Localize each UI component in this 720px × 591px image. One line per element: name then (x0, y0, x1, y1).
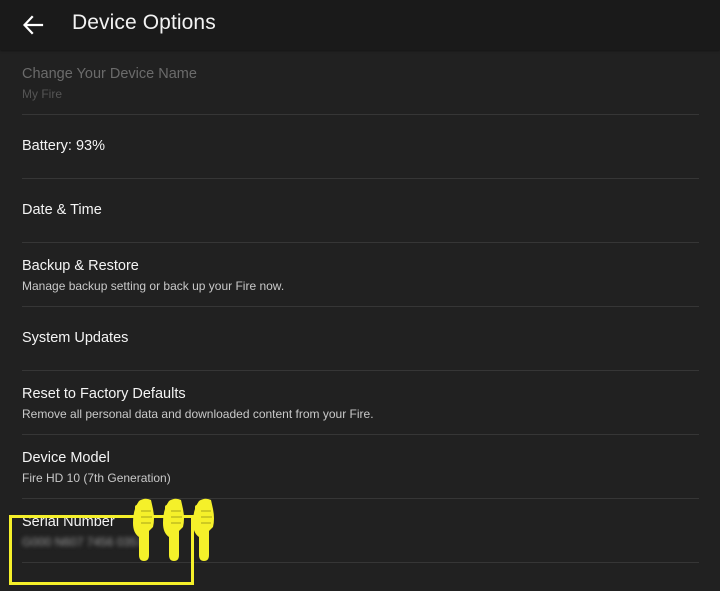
list-item-serial-number[interactable]: Serial Number G000 N607 7456 0357 (22, 499, 699, 563)
list-item-title: Date & Time (22, 202, 102, 218)
list-item-date-time[interactable]: Date & Time (22, 179, 699, 243)
list-item-title: Battery: 93% (22, 138, 106, 154)
list-item-title: Backup & Restore (22, 258, 139, 274)
list-item-device-model[interactable]: Device Model Fire HD 10 (7th Generation) (22, 435, 699, 499)
list-item-reset-factory-defaults[interactable]: Reset to Factory Defaults Remove all per… (22, 371, 699, 435)
list-item-title: System Updates (22, 330, 129, 346)
settings-list: Change Your Device Name My Fire Battery:… (0, 51, 720, 563)
serial-number-value: G000 N607 7456 0357 (22, 535, 144, 549)
list-item-title: Serial Number (22, 514, 115, 530)
list-item-subtitle: My Fire (22, 87, 62, 101)
arrow-left-icon (22, 15, 44, 35)
list-item-system-updates[interactable]: System Updates (22, 307, 699, 371)
list-item-subtitle: Fire HD 10 (7th Generation) (22, 471, 171, 485)
list-item-title: Device Model (22, 450, 110, 466)
page-title: Device Options (72, 11, 216, 34)
list-item-subtitle: Manage backup setting or back up your Fi… (22, 279, 285, 293)
list-item-subtitle: Remove all personal data and downloaded … (22, 407, 374, 421)
list-item-title: Reset to Factory Defaults (22, 386, 186, 402)
back-button[interactable] (14, 6, 52, 44)
app-bar: Device Options (0, 0, 720, 50)
list-item-title: Change Your Device Name (22, 66, 197, 82)
list-item-change-device-name[interactable]: Change Your Device Name My Fire (22, 51, 699, 115)
list-item-battery[interactable]: Battery: 93% (22, 115, 699, 179)
list-item-backup-restore[interactable]: Backup & Restore Manage backup setting o… (22, 243, 699, 307)
